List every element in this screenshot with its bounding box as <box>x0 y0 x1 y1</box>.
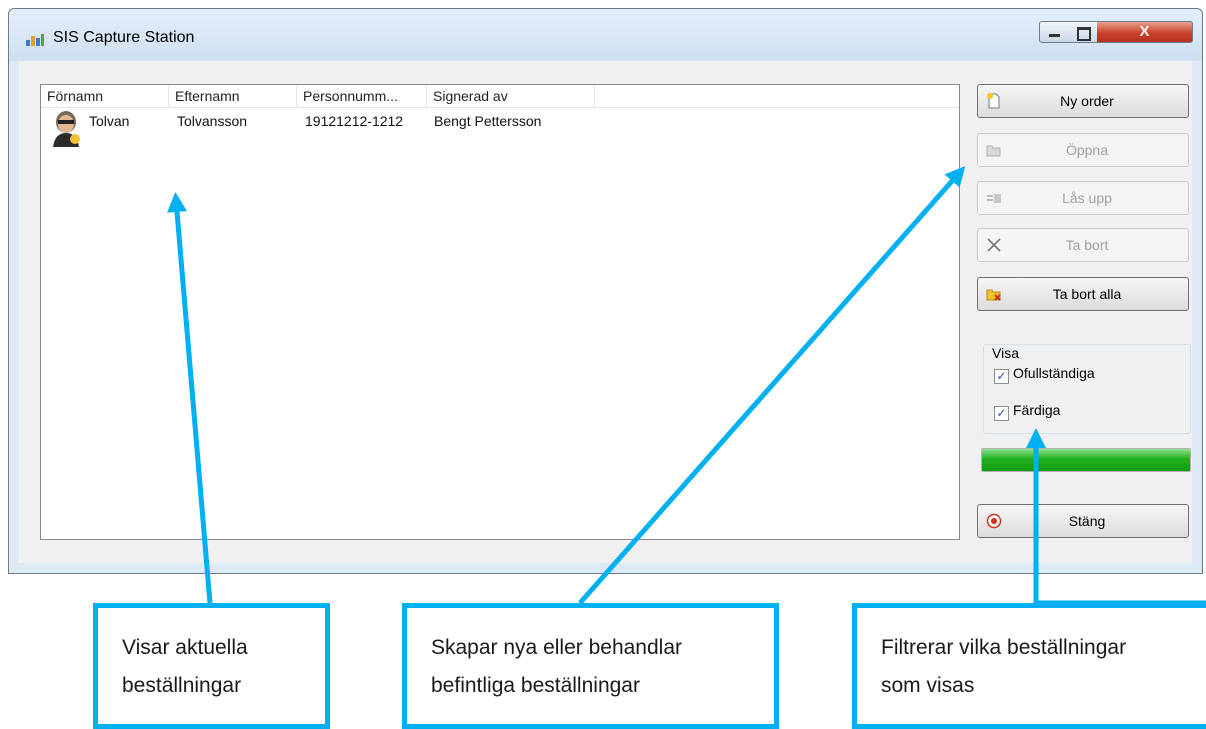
callout-buttons-line2: befintliga beställningar <box>431 674 640 697</box>
callout-list: Visar aktuella beställningar <box>93 603 330 729</box>
callout-filter-line2: som visas <box>881 674 975 697</box>
callout-buttons: Skapar nya eller behandlar befintliga be… <box>402 603 779 729</box>
arrow-buttons <box>578 165 966 605</box>
callout-filter: Filtrerar vilka beställningar som visas <box>852 603 1206 729</box>
callout-buttons-line1: Skapar nya eller behandlar <box>431 636 682 659</box>
callout-list-line2: beställningar <box>122 674 242 697</box>
callout-filter-line1: Filtrerar vilka beställningar <box>881 636 1127 659</box>
arrow-list <box>167 192 213 604</box>
callout-list-line1: Visar aktuella <box>122 636 248 659</box>
